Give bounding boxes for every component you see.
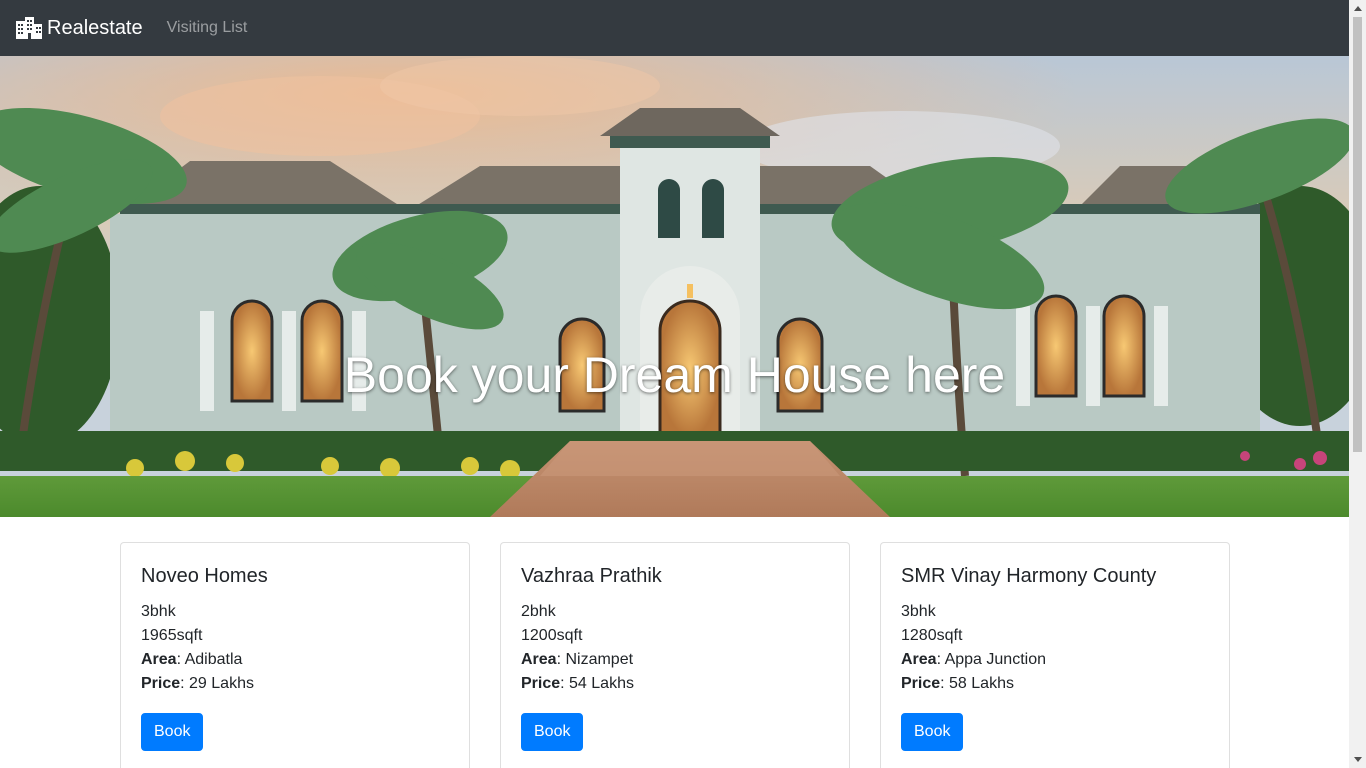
property-bhk: 3bhk [141, 603, 176, 620]
nav-link-visiting-list[interactable]: Visiting List [167, 19, 248, 37]
price-value: : 29 Lakhs [180, 675, 254, 692]
hero-title: Book your Dream House here [343, 347, 1006, 403]
price-value: : 58 Lakhs [940, 675, 1014, 692]
property-area: Area: Adibatla [141, 648, 449, 672]
brand-link[interactable]: Realestate [16, 17, 143, 40]
property-price: Price: 29 Lakhs [141, 672, 449, 696]
area-value: : Adibatla [176, 651, 243, 668]
property-name: Noveo Homes [141, 565, 268, 587]
property-name: SMR Vinay Harmony County [901, 565, 1157, 587]
book-button[interactable]: Book [901, 713, 964, 751]
property-card: SMR Vinay Harmony County 3bhk 1280sqft A… [880, 542, 1230, 768]
page-scrollbar[interactable] [1349, 0, 1366, 768]
building-icon [16, 17, 42, 39]
property-bhk: 3bhk [901, 603, 936, 620]
area-value: : Appa Junction [936, 651, 1046, 668]
area-label: Area [521, 651, 557, 668]
area-label: Area [901, 651, 937, 668]
price-label: Price [141, 675, 181, 692]
scroll-up-arrow-icon[interactable] [1349, 0, 1366, 17]
property-bhk: 2bhk [521, 603, 556, 620]
scroll-thumb[interactable] [1353, 17, 1362, 452]
price-label: Price [901, 675, 941, 692]
property-area: Area: Appa Junction [901, 648, 1209, 672]
brand-label: Realestate [47, 16, 143, 39]
book-button[interactable]: Book [141, 713, 204, 751]
property-size: 1280sqft [901, 627, 963, 644]
area-value: : Nizampet [556, 651, 634, 668]
property-size: 1965sqft [141, 627, 203, 644]
navbar: Realestate Visiting List [0, 0, 1349, 56]
property-size: 1200sqft [521, 627, 583, 644]
area-label: Area [141, 651, 177, 668]
hero-banner: Book your Dream House here [0, 56, 1349, 517]
property-cards: Noveo Homes 3bhk 1965sqft Area: Adibatla… [120, 542, 1230, 768]
property-card: Vazhraa Prathik 2bhk 1200sqft Area: Niza… [500, 542, 850, 768]
book-button[interactable]: Book [521, 713, 584, 751]
property-price: Price: 54 Lakhs [521, 672, 829, 696]
price-label: Price [521, 675, 561, 692]
property-name: Vazhraa Prathik [521, 565, 662, 587]
property-area: Area: Nizampet [521, 648, 829, 672]
price-value: : 54 Lakhs [560, 675, 634, 692]
property-price: Price: 58 Lakhs [901, 672, 1209, 696]
hero-house-image [0, 56, 1349, 517]
property-card: Noveo Homes 3bhk 1965sqft Area: Adibatla… [120, 542, 470, 768]
scroll-down-arrow-icon[interactable] [1349, 751, 1366, 768]
